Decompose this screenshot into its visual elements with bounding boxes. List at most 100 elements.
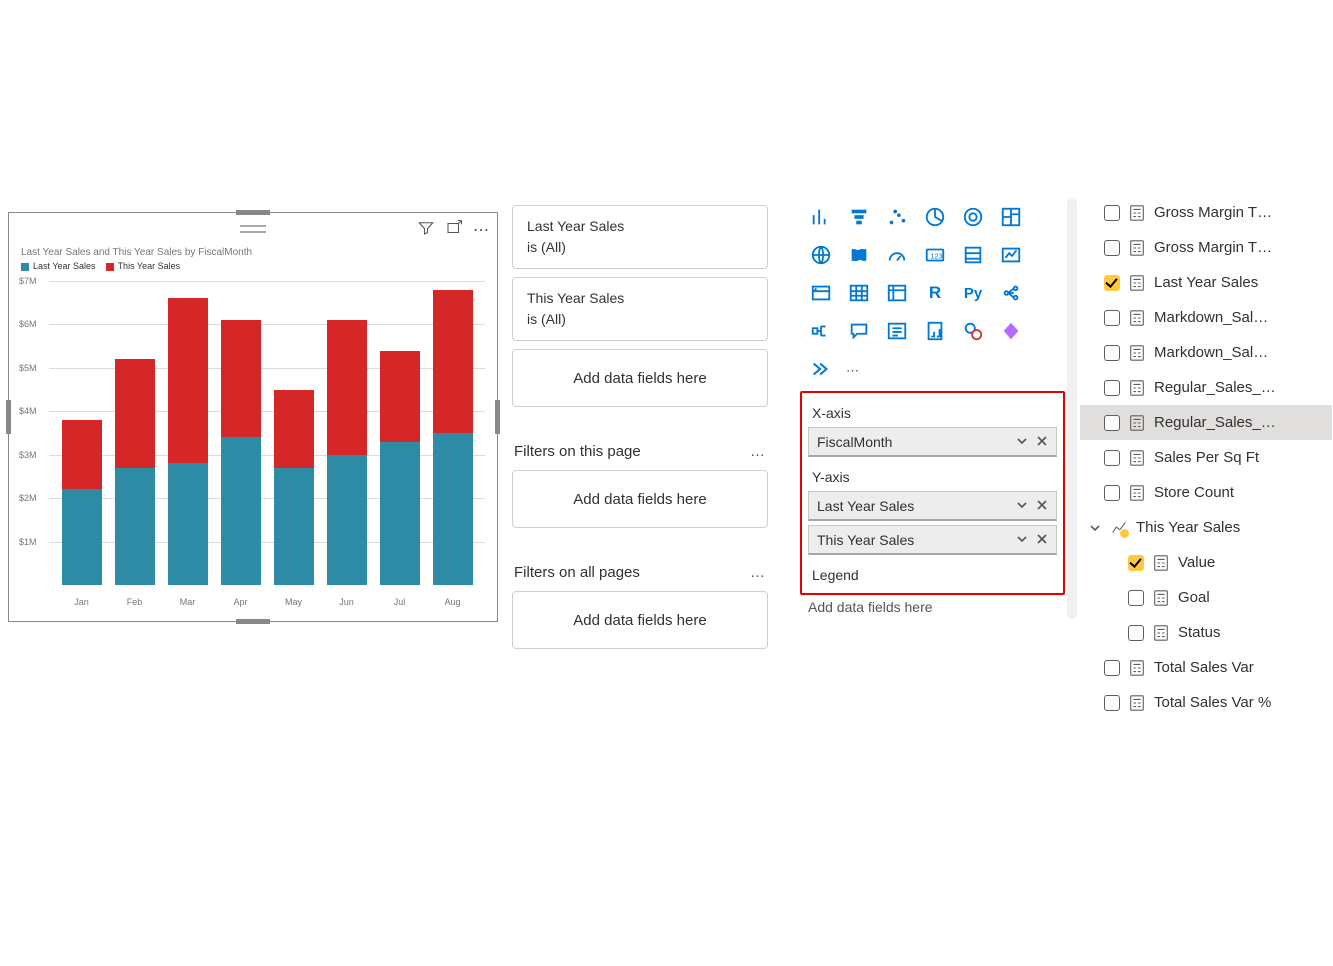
checkbox-checked[interactable] bbox=[1128, 555, 1144, 571]
filled-map-icon[interactable] bbox=[844, 240, 874, 270]
filter-state: is (All) bbox=[527, 309, 753, 330]
field-label: Gross Margin T… bbox=[1154, 239, 1272, 256]
more-options-icon[interactable]: ⋯ bbox=[473, 220, 491, 240]
visual-type-gallery: 123 R Py bbox=[800, 198, 1065, 354]
table-icon[interactable] bbox=[844, 278, 874, 308]
field-label: Markdown_Sal… bbox=[1154, 344, 1268, 361]
filter-card-this-year-sales[interactable]: This Year Sales is (All) bbox=[512, 277, 768, 341]
get-more-visuals-icon[interactable]: ⋯ bbox=[846, 363, 862, 379]
field-label: Markdown_Sal… bbox=[1154, 309, 1268, 326]
remove-field-icon[interactable] bbox=[1036, 498, 1048, 514]
scatter-chart-icon[interactable] bbox=[882, 202, 912, 232]
resize-handle-left[interactable] bbox=[6, 400, 11, 434]
page-filter-dropzone[interactable]: Add data fields here bbox=[512, 470, 768, 528]
kpi-field-icon bbox=[1110, 519, 1128, 537]
pie-chart-icon[interactable] bbox=[920, 202, 950, 232]
filters-page-more-icon[interactable]: … bbox=[750, 443, 768, 460]
xaxis-field-pill[interactable]: FiscalMonth bbox=[808, 427, 1057, 457]
visualizations-pane: 123 R Py ⋯ X-axis FiscalMonth bbox=[800, 198, 1065, 619]
filters-pane: Last Year Sales is (All) This Year Sales… bbox=[512, 205, 768, 649]
key-influencers-icon[interactable] bbox=[996, 278, 1026, 308]
filter-card-last-year-sales[interactable]: Last Year Sales is (All) bbox=[512, 205, 768, 269]
power-apps-icon[interactable] bbox=[996, 316, 1026, 346]
yaxis-field-pill-1[interactable]: Last Year Sales bbox=[808, 491, 1057, 521]
field-label: Store Count bbox=[1154, 484, 1234, 501]
field-total-sales-var[interactable]: Total Sales Var bbox=[1080, 650, 1332, 685]
field-label: Goal bbox=[1178, 589, 1210, 606]
decomposition-tree-icon[interactable] bbox=[806, 316, 836, 346]
filters-page-heading: Filters on this page bbox=[514, 443, 641, 460]
viz-scrollbar[interactable] bbox=[1067, 198, 1077, 619]
chevron-down-icon[interactable] bbox=[1016, 434, 1028, 450]
svg-text:123: 123 bbox=[930, 252, 942, 261]
field-this-year-sales-group[interactable]: This Year Sales bbox=[1080, 510, 1332, 545]
measure-icon bbox=[1128, 659, 1146, 677]
field-status[interactable]: Status bbox=[1080, 615, 1332, 650]
legend-dropzone[interactable]: Add data fields here bbox=[800, 595, 1065, 619]
chart-legend: Last Year Sales This Year Sales bbox=[21, 261, 180, 271]
filters-all-more-icon[interactable]: … bbox=[750, 564, 768, 581]
field-total-sales-var-pct[interactable]: Total Sales Var % bbox=[1080, 685, 1332, 720]
field-sales-per-sqft[interactable]: Sales Per Sq Ft bbox=[1080, 440, 1332, 475]
remove-field-icon[interactable] bbox=[1036, 532, 1048, 548]
gauge-icon[interactable] bbox=[882, 240, 912, 270]
chevron-down-icon[interactable] bbox=[1016, 498, 1028, 514]
measure-icon bbox=[1152, 554, 1170, 572]
dropzone-label: Add data fields here bbox=[573, 491, 706, 508]
measure-icon bbox=[1128, 379, 1146, 397]
field-goal[interactable]: Goal bbox=[1080, 580, 1332, 615]
map-icon[interactable] bbox=[806, 240, 836, 270]
funnel-chart-icon[interactable] bbox=[844, 202, 874, 232]
yaxis-field-pill-2[interactable]: This Year Sales bbox=[808, 525, 1057, 555]
field-label: Total Sales Var % bbox=[1154, 694, 1271, 711]
kpi-icon[interactable] bbox=[996, 240, 1026, 270]
filter-icon[interactable] bbox=[417, 219, 435, 240]
field-regular-sales2[interactable]: Regular_Sales_… bbox=[1080, 405, 1332, 440]
card-icon[interactable]: 123 bbox=[920, 240, 950, 270]
donut-chart-icon[interactable] bbox=[958, 202, 988, 232]
arcgis-map-icon[interactable] bbox=[958, 316, 988, 346]
measure-icon bbox=[1128, 239, 1146, 257]
field-markdown-sal2[interactable]: Markdown_Sal… bbox=[1080, 335, 1332, 370]
measure-icon bbox=[1128, 344, 1146, 362]
r-visual-icon[interactable]: R bbox=[920, 278, 950, 308]
remove-field-icon[interactable] bbox=[1036, 434, 1048, 450]
field-store-count[interactable]: Store Count bbox=[1080, 475, 1332, 510]
chevron-down-icon[interactable] bbox=[1088, 521, 1102, 535]
chart-visual[interactable]: ⋯ Last Year Sales and This Year Sales by… bbox=[8, 212, 498, 622]
field-label: Sales Per Sq Ft bbox=[1154, 449, 1259, 466]
measure-icon bbox=[1128, 484, 1146, 502]
column-chart-icon[interactable] bbox=[806, 202, 836, 232]
drag-handle-icon[interactable] bbox=[233, 225, 273, 233]
field-gross-margin-t2[interactable]: Gross Margin T… bbox=[1080, 230, 1332, 265]
qa-visual-icon[interactable] bbox=[844, 316, 874, 346]
resize-handle-top[interactable] bbox=[236, 210, 270, 215]
multi-row-card-icon[interactable] bbox=[958, 240, 988, 270]
narrative-icon[interactable] bbox=[882, 316, 912, 346]
field-regular-sales1[interactable]: Regular_Sales_… bbox=[1080, 370, 1332, 405]
field-value[interactable]: Value bbox=[1080, 545, 1332, 580]
field-label: Status bbox=[1178, 624, 1221, 641]
field-gross-margin-t[interactable]: Gross Margin T… bbox=[1080, 195, 1332, 230]
legend-well-label: Legend bbox=[804, 559, 1061, 589]
field-label: Regular_Sales_… bbox=[1154, 379, 1276, 396]
field-last-year-sales[interactable]: Last Year Sales bbox=[1080, 265, 1332, 300]
field-label: Last Year Sales bbox=[1154, 274, 1258, 291]
paginated-report-icon[interactable] bbox=[920, 316, 950, 346]
power-automate-icon[interactable] bbox=[810, 358, 832, 383]
dropzone-label: Add data fields here bbox=[573, 612, 706, 629]
focus-mode-icon[interactable] bbox=[445, 219, 463, 240]
resize-handle-right[interactable] bbox=[495, 400, 500, 434]
visual-filter-dropzone[interactable]: Add data fields here bbox=[512, 349, 768, 407]
field-markdown-sal1[interactable]: Markdown_Sal… bbox=[1080, 300, 1332, 335]
treemap-icon[interactable] bbox=[996, 202, 1026, 232]
checkbox-checked[interactable] bbox=[1104, 275, 1120, 291]
python-visual-icon[interactable]: Py bbox=[958, 278, 988, 308]
matrix-icon[interactable] bbox=[882, 278, 912, 308]
chevron-down-icon[interactable] bbox=[1016, 532, 1028, 548]
all-pages-filter-dropzone[interactable]: Add data fields here bbox=[512, 591, 768, 649]
dropzone-label: Add data fields here bbox=[573, 370, 706, 387]
slicer-icon[interactable] bbox=[806, 278, 836, 308]
resize-handle-bottom[interactable] bbox=[236, 619, 270, 624]
field-label: Regular_Sales_… bbox=[1154, 414, 1276, 431]
